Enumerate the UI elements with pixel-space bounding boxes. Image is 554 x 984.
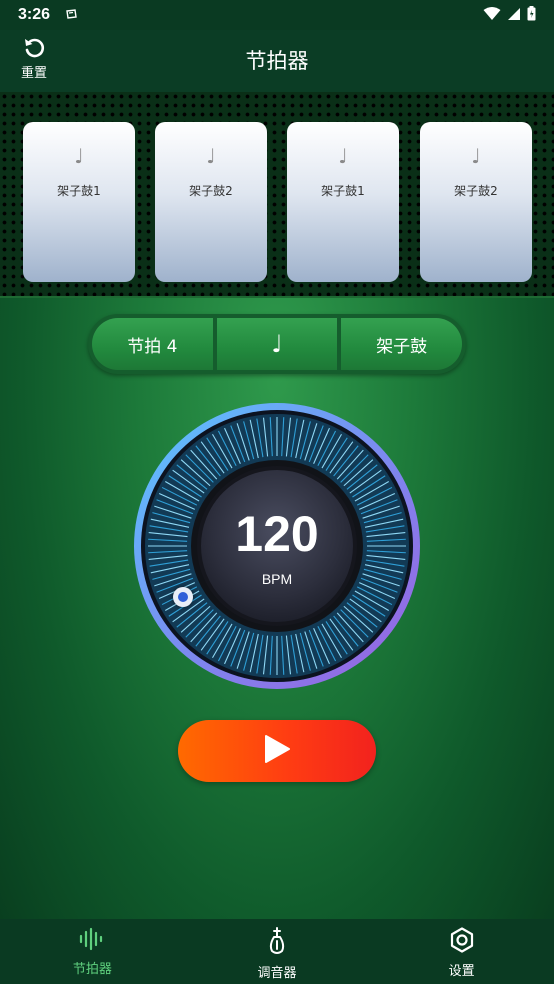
beat-card-1[interactable]: ♩ 架子鼓1 xyxy=(23,122,135,282)
sound-label: 架子鼓 xyxy=(376,336,428,357)
beat-card-2[interactable]: ♩ 架子鼓2 xyxy=(155,122,267,282)
nav-tuner[interactable]: 调音器 xyxy=(185,919,370,984)
tuning-fork-icon xyxy=(265,927,289,959)
waveform-icon xyxy=(79,927,105,955)
tempo-dial[interactable]: 120 BPM xyxy=(132,401,422,691)
quarter-note-icon: ♩ xyxy=(471,144,481,168)
refresh-icon xyxy=(22,36,46,60)
beat-card-3[interactable]: ♩ 架子鼓1 xyxy=(287,122,399,282)
beat-settings-segment: 节拍 4 ♩ 架子鼓 xyxy=(88,314,466,374)
nav-metronome[interactable]: 节拍器 xyxy=(0,919,185,984)
beat-count-button[interactable]: 节拍 4 xyxy=(92,318,213,370)
notification-icon xyxy=(64,6,78,25)
sound-select-button[interactable]: 架子鼓 xyxy=(341,318,463,370)
note-value-button[interactable]: ♩ xyxy=(216,318,338,370)
wifi-icon xyxy=(483,6,501,25)
bpm-unit: BPM xyxy=(261,571,293,587)
metronome-app: 3:26 节拍器 重置 ♩ 架子鼓1 ♩ 架子鼓2 ♩ 架子鼓1 ♩ 架子鼓2 … xyxy=(0,0,554,984)
nav-label: 节拍器 xyxy=(72,962,112,977)
battery-icon xyxy=(527,5,536,25)
beat-card-label: 架子鼓1 xyxy=(321,184,365,198)
quarter-note-icon: ♩ xyxy=(206,144,216,168)
bottom-nav: 节拍器 调音器 设置 xyxy=(0,919,554,984)
reset-label: 重置 xyxy=(20,66,47,81)
quarter-note-icon: ♩ xyxy=(74,144,84,168)
header: 节拍器 重置 xyxy=(0,30,554,92)
signal-icon xyxy=(507,6,521,25)
nav-settings[interactable]: 设置 xyxy=(369,919,554,984)
beat-count-label: 节拍 4 xyxy=(127,336,178,357)
reset-button[interactable]: 重置 xyxy=(14,36,54,86)
quarter-note-icon: ♩ xyxy=(271,330,283,358)
beat-panel: ♩ 架子鼓1 ♩ 架子鼓2 ♩ 架子鼓1 ♩ 架子鼓2 xyxy=(0,92,554,298)
beat-card-label: 架子鼓1 xyxy=(57,184,101,198)
beat-card-label: 架子鼓2 xyxy=(189,184,233,198)
beat-card-label: 架子鼓2 xyxy=(454,184,498,198)
bpm-value: 120 xyxy=(235,506,319,562)
quarter-note-icon: ♩ xyxy=(338,144,348,168)
play-icon xyxy=(263,734,291,768)
play-button[interactable] xyxy=(178,720,376,782)
status-bar: 3:26 xyxy=(0,0,554,30)
gear-icon xyxy=(449,927,475,957)
status-time: 3:26 xyxy=(18,6,51,23)
page-title: 节拍器 xyxy=(245,49,309,73)
nav-label: 调音器 xyxy=(257,966,297,981)
dial-knob[interactable] xyxy=(173,587,193,607)
nav-label: 设置 xyxy=(448,964,475,979)
beat-card-4[interactable]: ♩ 架子鼓2 xyxy=(420,122,532,282)
